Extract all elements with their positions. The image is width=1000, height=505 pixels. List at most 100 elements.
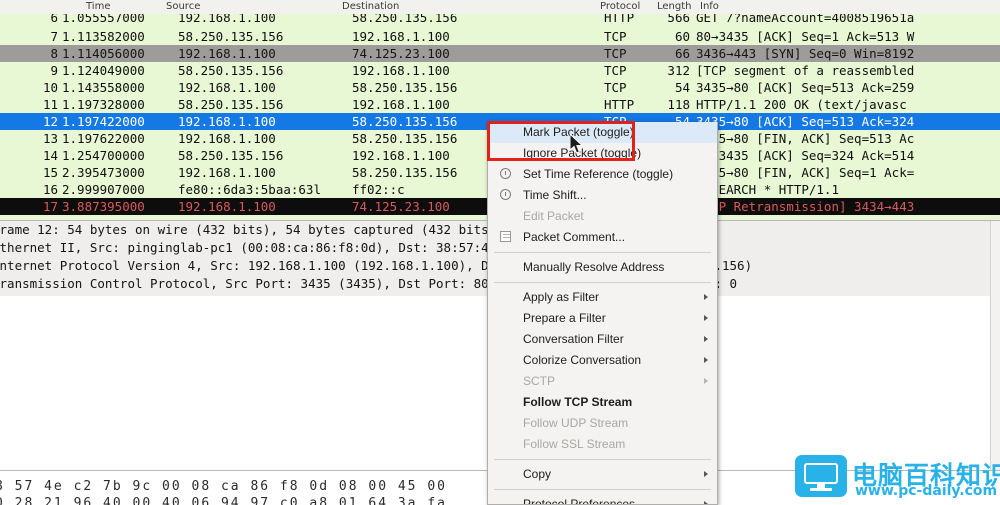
cell-info: GET /?nameAccount=4008519651a xyxy=(696,14,915,22)
packet-row[interactable]: 11 1.197328000 58.250.135.156 192.168.1.100… xyxy=(0,96,1000,113)
menu-item-copy[interactable]: Copy xyxy=(488,464,717,485)
cell-no: 14 xyxy=(42,148,58,163)
menu-item-label: Apply as Filter xyxy=(523,290,600,304)
watermark-url-text: www.pc-daily.com xyxy=(855,483,998,499)
cell-time: 1.197422000 xyxy=(62,114,145,129)
chevron-right-icon xyxy=(704,378,708,384)
menu-separator xyxy=(494,252,711,253)
menu-item-manually-resolve-address[interactable]: Manually Resolve Address xyxy=(488,257,717,278)
cell-info: M-SEARCH * HTTP/1.1 xyxy=(696,182,839,197)
cell-no: 16 xyxy=(42,182,58,197)
column-header-source[interactable]: Source xyxy=(166,1,200,12)
cell-source: 58.250.135.156 xyxy=(178,29,284,44)
cell-no: 8 xyxy=(50,46,58,61)
cell-protocol: HTTP xyxy=(604,97,635,112)
cell-source: 192.168.1.100 xyxy=(178,165,276,180)
menu-item-packet-comment[interactable]: Packet Comment... xyxy=(488,227,717,248)
cell-source: 192.168.1.100 xyxy=(178,46,276,61)
cell-time: 1.197328000 xyxy=(62,97,145,112)
column-header-length[interactable]: Length xyxy=(657,1,692,12)
menu-item-label: Copy xyxy=(523,467,552,481)
chevron-right-icon xyxy=(704,315,708,321)
cell-length: 66 xyxy=(674,46,690,61)
cell-source: fe80::6da3:5baa:63l xyxy=(178,182,321,197)
cell-time: 1.143558000 xyxy=(62,80,145,95)
cell-time: 3.887395000 xyxy=(62,199,145,214)
cell-destination: 74.125.23.100 xyxy=(352,46,450,61)
cell-info: [TCP Retransmission] 3434→443 xyxy=(696,199,915,214)
packet-row[interactable]: 9 1.124049000 58.250.135.156 192.168.1.100 T… xyxy=(0,62,1000,79)
chevron-right-icon xyxy=(704,294,708,300)
menu-item-label: Follow SSL Stream xyxy=(523,437,626,451)
cell-time: 1.113582000 xyxy=(62,29,145,44)
cell-destination: 192.168.1.100 xyxy=(352,63,450,78)
cell-info: 80→3435 [ACK] Seq=324 Ack=514 xyxy=(696,148,915,163)
cell-source: 192.168.1.100 xyxy=(178,131,276,146)
cell-time: 1.055557000 xyxy=(62,14,145,22)
cell-time: 1.254700000 xyxy=(62,148,145,163)
menu-item-protocol-preferences[interactable]: Protocol Preferences xyxy=(488,494,717,504)
menu-item-time-shift[interactable]: Time Shift... xyxy=(488,185,717,206)
cell-destination: 58.250.135.156 xyxy=(352,14,458,22)
cell-destination: 74.125.23.100 xyxy=(352,199,450,214)
packet-context-menu[interactable]: Mark Packet (toggle) Ignore Packet (toggl… xyxy=(487,122,718,505)
menu-item-colorize-conversation[interactable]: Colorize Conversation xyxy=(488,350,717,371)
menu-item-label: Colorize Conversation xyxy=(523,353,642,367)
menu-item-conversation-filter[interactable]: Conversation Filter xyxy=(488,329,717,350)
cell-source: 192.168.1.100 xyxy=(178,199,276,214)
menu-item-label: Time Shift... xyxy=(523,188,587,202)
packet-row[interactable]: 6 1.055557000 192.168.1.100 58.250.135.156 H… xyxy=(0,14,1000,28)
cell-length: 54 xyxy=(674,80,690,95)
cell-length: 118 xyxy=(667,97,690,112)
cell-info: 3436→443 [SYN] Seq=0 Win=8192 xyxy=(696,46,915,61)
chevron-right-icon xyxy=(704,471,708,477)
cell-info: 3435→80 [ACK] Seq=513 Ack=259 xyxy=(696,80,915,95)
cell-length: 312 xyxy=(667,63,690,78)
cell-info: [TCP segment of a reassembled xyxy=(696,63,915,78)
cell-no: 10 xyxy=(42,80,58,95)
menu-item-mark-packet-toggle[interactable]: Mark Packet (toggle) xyxy=(488,122,717,143)
column-header-info[interactable]: Info xyxy=(700,1,719,12)
cell-no: 9 xyxy=(50,63,58,78)
cell-protocol: TCP xyxy=(604,29,627,44)
cell-length: 60 xyxy=(674,29,690,44)
cell-protocol: TCP xyxy=(604,46,627,61)
cell-source: 192.168.1.100 xyxy=(178,80,276,95)
menu-item-set-time-reference-toggle[interactable]: Set Time Reference (toggle) xyxy=(488,164,717,185)
packet-list-column-headers[interactable]: Time Source Destination Protocol Length … xyxy=(0,0,1000,15)
monitor-icon xyxy=(795,455,847,497)
column-header-time[interactable]: Time xyxy=(86,1,110,12)
cell-info: 3425→80 [FIN, ACK] Seq=1 Ack= xyxy=(696,165,915,180)
menu-item-apply-as-filter[interactable]: Apply as Filter xyxy=(488,287,717,308)
menu-item-label: Edit Packet xyxy=(523,209,584,223)
details-scrollbar[interactable] xyxy=(990,221,1000,471)
menu-item-label: Packet Comment... xyxy=(523,230,626,244)
watermark-logo: 电脑百科知识 www.pc-daily.com xyxy=(795,455,1000,499)
packet-row[interactable]: 10 1.143558000 192.168.1.100 58.250.135.156… xyxy=(0,79,1000,96)
packet-row[interactable]: 8 1.114056000 192.168.1.100 74.125.23.100 TC… xyxy=(0,45,1000,62)
menu-item-label: Manually Resolve Address xyxy=(523,260,665,274)
cell-protocol: TCP xyxy=(604,63,627,78)
chevron-right-icon xyxy=(704,501,708,504)
comment-icon xyxy=(500,231,513,244)
cell-time: 2.395473000 xyxy=(62,165,145,180)
cell-source: 192.168.1.100 xyxy=(178,114,276,129)
cell-no: 15 xyxy=(42,165,58,180)
column-header-destination[interactable]: Destination xyxy=(342,1,399,12)
cell-source: 58.250.135.156 xyxy=(178,97,284,112)
menu-separator xyxy=(494,459,711,460)
column-header-protocol[interactable]: Protocol xyxy=(600,1,640,12)
cell-time: 1.124049000 xyxy=(62,63,145,78)
packet-row[interactable]: 7 1.113582000 58.250.135.156 192.168.1.100 T… xyxy=(0,28,1000,45)
cell-time: 1.197622000 xyxy=(62,131,145,146)
cell-source: 58.250.135.156 xyxy=(178,148,284,163)
cell-info: 3435→80 [ACK] Seq=513 Ack=324 xyxy=(696,114,915,129)
menu-item-ignore-packet-toggle[interactable]: Ignore Packet (toggle) xyxy=(488,143,717,164)
menu-item-follow-ssl-stream: Follow SSL Stream xyxy=(488,434,717,455)
menu-item-follow-tcp-stream[interactable]: Follow TCP Stream xyxy=(488,392,717,413)
menu-item-prepare-a-filter[interactable]: Prepare a Filter xyxy=(488,308,717,329)
menu-item-label: SCTP xyxy=(523,374,556,388)
cell-source: 192.168.1.100 xyxy=(178,14,276,22)
cell-destination: 58.250.135.156 xyxy=(352,165,458,180)
cell-destination: 192.168.1.100 xyxy=(352,97,450,112)
